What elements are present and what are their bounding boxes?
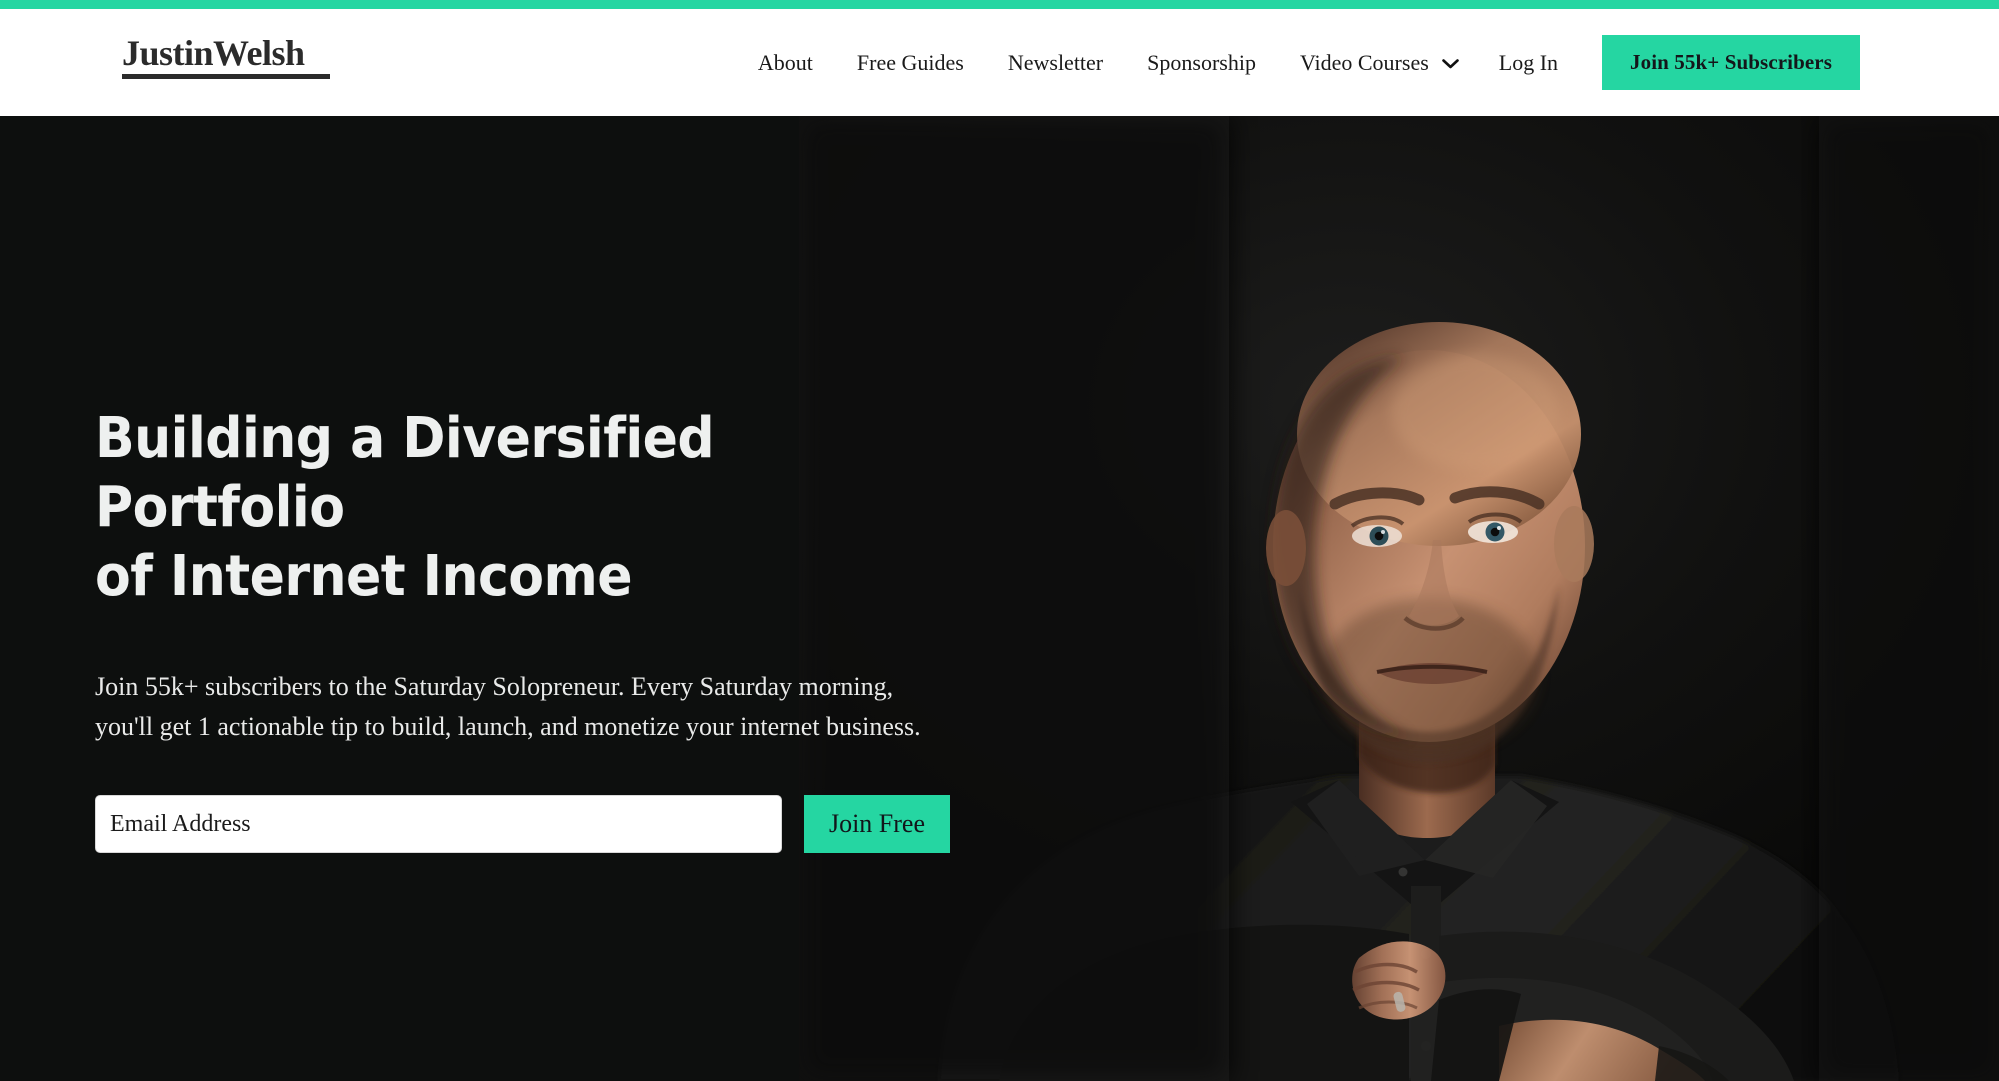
nav-label: Free Guides — [856, 49, 964, 75]
logo-underline — [122, 74, 330, 79]
nav-item-log-in[interactable]: Log In — [1499, 50, 1558, 76]
newsletter-signup-form: Join Free — [95, 795, 995, 853]
hero-section: Building a Diversified Portfolio of Inte… — [0, 116, 1999, 1081]
hero-content: Building a Diversified Portfolio of Inte… — [95, 116, 995, 853]
nav-item-free-guides[interactable]: Free Guides — [857, 50, 964, 76]
nav-item-video-courses[interactable]: Video Courses — [1300, 50, 1459, 76]
site-header: JustinWelsh About Free Guides Newsletter… — [0, 9, 1999, 116]
nav-item-sponsorship[interactable]: Sponsorship — [1147, 50, 1256, 76]
nav-item-newsletter[interactable]: Newsletter — [1008, 50, 1103, 76]
chevron-down-icon — [1441, 58, 1459, 69]
main-navigation: About Free Guides Newsletter Sponsorship… — [758, 9, 1999, 116]
nav-label: Sponsorship — [1147, 49, 1256, 75]
page-title: Building a Diversified Portfolio of Inte… — [95, 404, 895, 611]
nav-item-about[interactable]: About — [758, 50, 813, 76]
hero-title-line-1: Building a Diversified Portfolio — [95, 406, 715, 540]
join-subscribers-button[interactable]: Join 55k+ Subscribers — [1602, 35, 1860, 90]
email-input[interactable] — [95, 795, 782, 853]
logo-text: JustinWelsh — [122, 33, 305, 73]
site-logo[interactable]: JustinWelsh — [122, 35, 334, 79]
hero-title-line-2: of Internet Income — [95, 544, 633, 609]
nav-label: About — [757, 49, 813, 75]
top-accent-bar — [0, 0, 1999, 9]
nav-label: Video Courses — [1299, 49, 1429, 75]
nav-label: Newsletter — [1007, 49, 1104, 75]
nav-label: Log In — [1498, 49, 1559, 75]
hero-subtitle: Join 55k+ subscribers to the Saturday So… — [95, 672, 921, 741]
join-free-button[interactable]: Join Free — [804, 795, 950, 853]
